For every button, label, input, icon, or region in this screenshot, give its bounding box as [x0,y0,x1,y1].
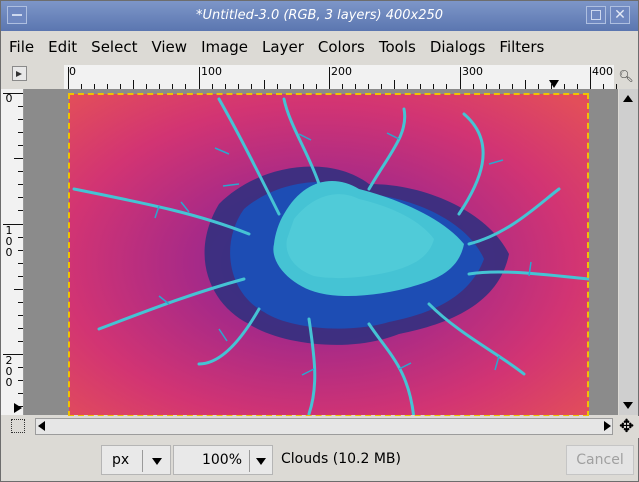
menu-view[interactable]: View [144,38,194,56]
ruler-tick [18,314,23,316]
menu-edit[interactable]: Edit [41,38,84,56]
window-title: *Untitled-3.0 (RGB, 3 layers) 400x250 [195,8,444,23]
scroll-left-arrow-icon[interactable] [38,421,45,431]
scroll-up-arrow-icon[interactable] [623,95,633,102]
ruler-tick [18,119,23,121]
menu-select[interactable]: Select [84,38,144,56]
ruler-tick [14,158,23,160]
ruler-label: 0 [69,65,76,78]
ruler-label: 300 [462,65,483,78]
ruler-tick [18,340,23,342]
menu-image[interactable]: Image [194,38,255,56]
ruler-tick [18,210,23,212]
ruler-tick [459,67,461,89]
menu-file[interactable]: File [1,38,41,56]
ruler-tick [133,80,135,89]
ruler-tick [18,106,23,108]
ruler-label: 400 [592,65,613,78]
unit-value: px [112,452,130,468]
status-bar: px 100% Clouds (10.2 MB) Cancel [1,441,638,481]
ruler-tick [18,184,23,186]
ruler-tick [68,67,69,89]
cancel-button[interactable]: Cancel [566,445,634,475]
menu-layer[interactable]: Layer [255,38,311,56]
image-window: *Untitled-3.0 (RGB, 3 layers) 400x250 ✕ … [0,0,639,482]
maximize-icon[interactable] [586,6,606,24]
title-bar: *Untitled-3.0 (RGB, 3 layers) 400x250 ✕ [1,1,638,31]
ruler-label: 1 0 0 [5,224,13,259]
menu-filters[interactable]: Filters [492,38,551,56]
ruler-label: 100 [201,65,222,78]
ruler-tick [329,67,330,89]
ruler-label: 2 0 0 [5,354,13,389]
divider [249,450,250,472]
ruler-pointer-marker [14,403,22,413]
ruler-pointer-marker [549,80,559,88]
ruler-tick [18,249,23,251]
ruler-tick [18,380,23,382]
zoom-icon[interactable]: 🔍︎ [617,67,635,85]
ruler-tick [524,80,526,89]
status-message: Clouds (10.2 MB) [281,451,401,467]
scroll-right-arrow-icon[interactable] [604,421,611,431]
ruler-tick [18,171,23,173]
quick-mask-toggle-icon[interactable] [11,419,25,433]
close-icon[interactable]: ✕ [610,6,630,24]
divider [142,450,143,472]
ruler-tick [18,262,23,264]
horizontal-ruler: 0 100 200 300 400 [64,65,618,90]
ruler-tick [18,393,23,395]
ruler-tick [3,93,23,94]
canvas-area[interactable] [24,89,618,415]
ruler-tick [394,80,396,89]
ruler-label: 200 [331,65,352,78]
chevron-down-icon[interactable] [256,458,266,465]
ruler-tick [18,197,23,199]
navigate-icon[interactable]: ✥ [619,416,634,437]
ruler-tick [18,301,23,303]
ruler-tick [18,145,23,147]
ruler-tick [18,367,23,369]
unit-dropdown[interactable]: px [101,445,171,475]
menu-bar: File Edit Select View Image Layer Colors… [1,32,638,62]
ruler-tick [18,275,23,277]
scroll-down-arrow-icon[interactable] [623,402,633,409]
zoom-value: 100% [201,452,242,468]
zoom-dropdown[interactable]: 100% [173,445,273,475]
menu-tools[interactable]: Tools [372,38,423,56]
ruler-tick [18,327,23,329]
vertical-scrollbar[interactable] [619,89,638,415]
menu-dialogs[interactable]: Dialogs [423,38,493,56]
quick-mask-icon[interactable] [12,66,27,81]
horizontal-scrollbar[interactable] [35,418,613,435]
vertical-ruler: 0 1 0 0 2 0 0 [1,89,24,421]
image-canvas[interactable] [69,94,589,415]
ruler-tick [3,354,23,355]
fractal-image [69,94,589,415]
ruler-tick [18,236,23,238]
chevron-down-icon[interactable] [152,458,162,465]
ruler-tick [3,223,23,225]
horizontal-scrollbar-row: ✥ [1,416,639,438]
ruler-tick [14,288,23,290]
ruler-tick [18,132,23,134]
ruler-tick [263,80,265,89]
ruler-tick [198,67,200,89]
menu-colors[interactable]: Colors [311,38,372,56]
ruler-label: 0 [5,92,13,105]
ruler-tick [590,67,591,89]
